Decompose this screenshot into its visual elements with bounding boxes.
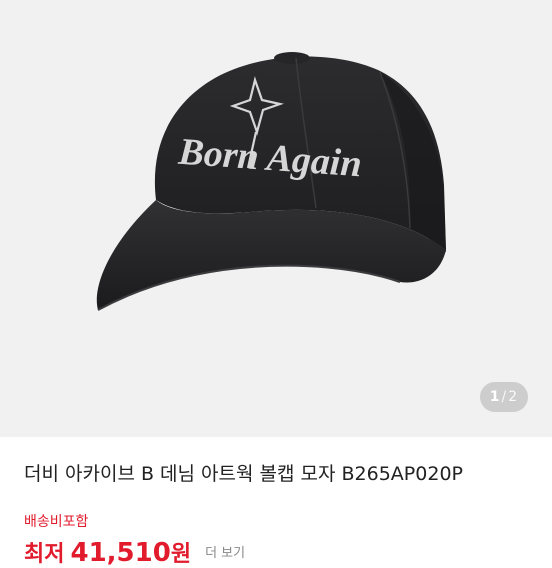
product-image[interactable]: Born Again — [0, 0, 552, 437]
cap-button — [274, 52, 310, 64]
price-label: 최저 — [24, 542, 65, 567]
product-image-gallery[interactable]: Born Again 1/2 — [0, 0, 552, 437]
product-info: 더비 아카이브 B 데님 아트웍 볼캡 모자 B265AP020P 배송비포함 … — [0, 437, 552, 568]
shipping-badge: 배송비포함 — [24, 514, 89, 530]
pager-total: 2 — [508, 389, 519, 405]
pager-current: 1 — [489, 389, 501, 405]
price-unit: 원 — [170, 542, 192, 567]
price-row: 최저 41,510원 더 보기 — [24, 536, 245, 568]
see-more-link[interactable]: 더 보기 — [205, 546, 245, 561]
price-amount: 41,510 — [70, 538, 171, 568]
product-title: 더비 아카이브 B 데님 아트웍 볼캡 모자 B265AP020P — [24, 463, 463, 485]
image-pager[interactable]: 1/2 — [480, 382, 528, 412]
